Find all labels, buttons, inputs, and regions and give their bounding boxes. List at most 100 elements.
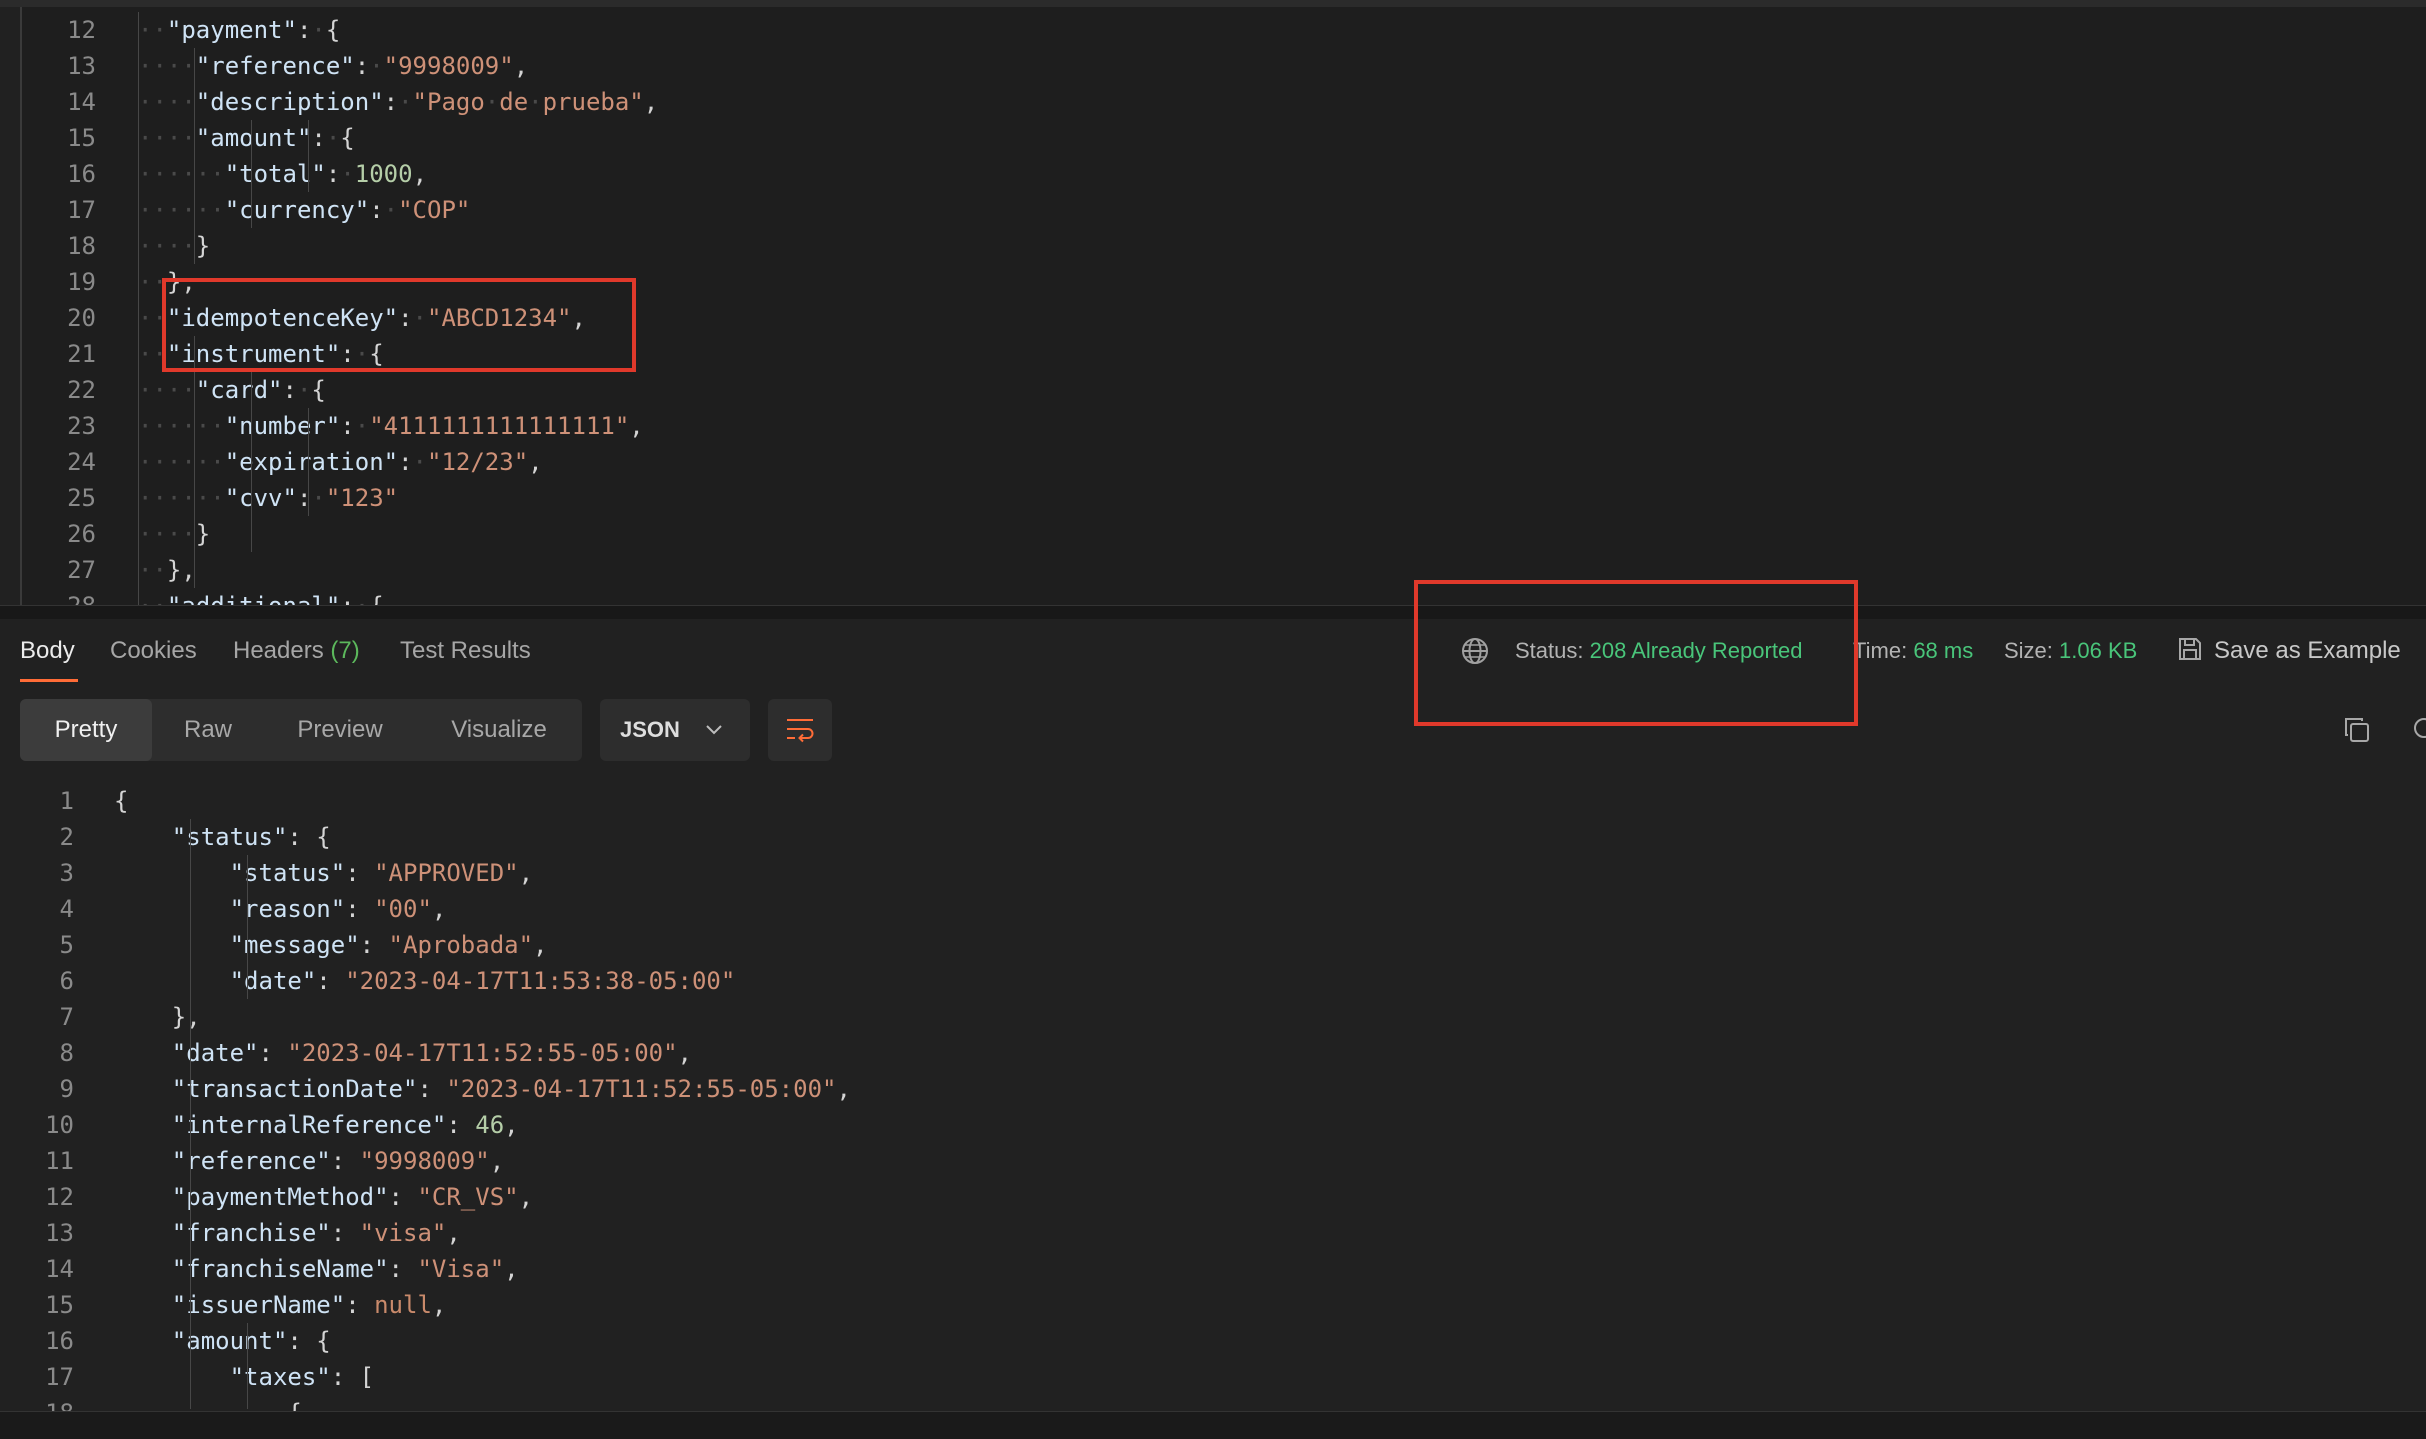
bottom-status-strip	[0, 1411, 2426, 1439]
response-toolbar: Pretty Raw Preview Visualize JSON	[0, 689, 2426, 775]
line-number: 21	[67, 340, 96, 368]
tab-body[interactable]: Body	[20, 619, 75, 681]
indent-guide	[190, 819, 191, 1409]
code-line[interactable]: 3 "status": "APPROVED",	[0, 855, 534, 891]
line-number: 2	[59, 823, 74, 851]
code-line[interactable]: 16 ······"total":·1000,	[22, 156, 427, 192]
code-line[interactable]: 21 ··"instrument":·{	[22, 336, 384, 372]
code-text: },	[171, 1003, 201, 1031]
code-line[interactable]: 10 "internalReference": 46,	[0, 1107, 519, 1143]
request-body-editor[interactable]: 12 ··"payment":·{13 ····"reference":·"9998…	[20, 7, 2426, 605]
view-mode-pretty[interactable]: Pretty	[20, 699, 152, 761]
code-line[interactable]: 25 ······"cvv":·"123"	[22, 480, 398, 516]
line-number: 17	[45, 1363, 74, 1391]
code-line[interactable]: 6 "date": "2023-04-17T11:53:38-05:00"	[0, 963, 736, 999]
view-mode-preview[interactable]: Preview	[264, 699, 416, 761]
code-line[interactable]: 15 "issuerName": null,	[0, 1287, 446, 1323]
line-number: 11	[45, 1147, 74, 1175]
code-line[interactable]: 9 "transactionDate": "2023-04-17T11:52:5…	[0, 1071, 851, 1107]
line-number: 16	[45, 1327, 74, 1355]
code-text: ····"card":·{	[138, 376, 326, 404]
pane-resize-handle[interactable]	[0, 605, 2426, 620]
line-number: 4	[59, 895, 74, 923]
save-as-example-button[interactable]: Save as Example	[2176, 619, 2401, 681]
code-text: ····"description":·"Pago·de·prueba",	[138, 88, 659, 116]
tab-headers[interactable]: Headers (7)	[233, 619, 360, 681]
code-line[interactable]: 26 ····}	[22, 516, 210, 552]
copy-icon[interactable]	[2342, 715, 2372, 745]
code-line[interactable]: 20 ··"idempotenceKey":·"ABCD1234",	[22, 300, 586, 336]
code-text: "taxes": [	[229, 1363, 375, 1391]
code-line[interactable]: 28 ··"additional":·{	[22, 588, 384, 605]
format-dropdown[interactable]: JSON	[600, 699, 750, 761]
indent-guide	[138, 12, 139, 605]
code-line[interactable]: 4 "reason": "00",	[0, 891, 447, 927]
indent-guide	[247, 1323, 248, 1409]
status-label: Status:	[1515, 638, 1584, 663]
code-line[interactable]: 18 {	[0, 1395, 302, 1411]
code-line[interactable]: 11 "reference": "9998009",	[0, 1143, 504, 1179]
code-line[interactable]: 17 ······"currency":·"COP"	[22, 192, 470, 228]
response-time[interactable]: Time: 68 ms	[1853, 619, 1973, 681]
code-line[interactable]: 19 ··},	[22, 264, 196, 300]
line-number: 28	[22, 588, 96, 605]
response-status[interactable]: Status: 208 Already Reported	[1515, 619, 1802, 681]
line-number: 14	[45, 1255, 74, 1283]
status-value: 208 Already Reported	[1589, 638, 1803, 663]
headers-count-badge: (7)	[330, 637, 360, 664]
code-line[interactable]: 13 "franchise": "visa",	[0, 1215, 461, 1251]
response-body-viewer[interactable]: 1{2 "status": {3 "status": "APPROVED", 4 …	[0, 775, 2426, 1411]
chevron-down-icon	[706, 725, 722, 735]
wrap-lines-button[interactable]	[768, 699, 832, 761]
code-line[interactable]: 14 "franchiseName": "Visa",	[0, 1251, 519, 1287]
code-line[interactable]: 7 },	[0, 999, 201, 1035]
code-text: "reference": "9998009",	[171, 1147, 505, 1175]
size-label: Size:	[2004, 638, 2053, 663]
code-line[interactable]: 13 ····"reference":·"9998009",	[22, 48, 528, 84]
code-text: ······"cvv":·"123"	[138, 484, 399, 512]
code-line[interactable]: 18 ····}	[22, 228, 210, 264]
code-line[interactable]: 12 "paymentMethod": "CR_VS",	[0, 1179, 533, 1215]
line-number: 7	[59, 1003, 74, 1031]
code-line[interactable]: 27 ··},	[22, 552, 196, 588]
code-line[interactable]: 17 "taxes": [	[0, 1359, 374, 1395]
tab-test-results[interactable]: Test Results	[400, 619, 531, 681]
code-line[interactable]: 12 ··"payment":·{	[22, 12, 340, 48]
view-mode-visualize[interactable]: Visualize	[416, 699, 582, 761]
code-text: "reason": "00",	[229, 895, 447, 923]
code-line[interactable]: 24 ······"expiration":·"12/23",	[22, 444, 543, 480]
line-number: 1	[59, 787, 74, 815]
code-line[interactable]: 8 "date": "2023-04-17T11:52:55-05:00",	[0, 1035, 692, 1071]
format-selected-value: JSON	[620, 717, 680, 742]
code-line[interactable]: 1{	[0, 783, 129, 819]
view-mode-raw[interactable]: Raw	[152, 699, 264, 761]
line-number: 17	[67, 196, 96, 224]
line-number: 15	[67, 124, 96, 152]
tab-cookies[interactable]: Cookies	[110, 619, 197, 681]
code-text: "franchiseName": "Visa",	[171, 1255, 519, 1283]
line-number: 25	[67, 484, 96, 512]
line-number: 19	[67, 268, 96, 296]
code-text: "franchise": "visa",	[171, 1219, 461, 1247]
line-number: 10	[45, 1111, 74, 1139]
code-line[interactable]: 15 ····"amount":·{	[22, 120, 355, 156]
response-size[interactable]: Size: 1.06 KB	[2004, 619, 2137, 681]
code-line[interactable]: 2 "status": {	[0, 819, 331, 855]
line-number: 12	[45, 1183, 74, 1211]
code-text: "status": {	[171, 823, 331, 851]
code-text: ····}	[138, 232, 211, 260]
time-value: 68 ms	[1913, 638, 1974, 663]
globe-icon[interactable]	[1460, 636, 1490, 666]
code-text: "paymentMethod": "CR_VS",	[171, 1183, 534, 1211]
line-number: 13	[67, 52, 96, 80]
code-line[interactable]: 14 ····"description":·"Pago·de·prueba",	[22, 84, 658, 120]
line-number: 13	[45, 1219, 74, 1247]
line-number: 14	[67, 88, 96, 116]
code-line[interactable]: 23 ······"number":·"4111111111111111",	[22, 408, 644, 444]
line-number: 5	[59, 931, 74, 959]
code-line[interactable]: 22 ····"card":·{	[22, 372, 326, 408]
code-text: ······"number":·"4111111111111111",	[138, 412, 644, 440]
code-line[interactable]: 16 "amount": {	[0, 1323, 331, 1359]
search-icon[interactable]	[2410, 715, 2426, 745]
code-line[interactable]: 5 "message": "Aprobada",	[0, 927, 548, 963]
